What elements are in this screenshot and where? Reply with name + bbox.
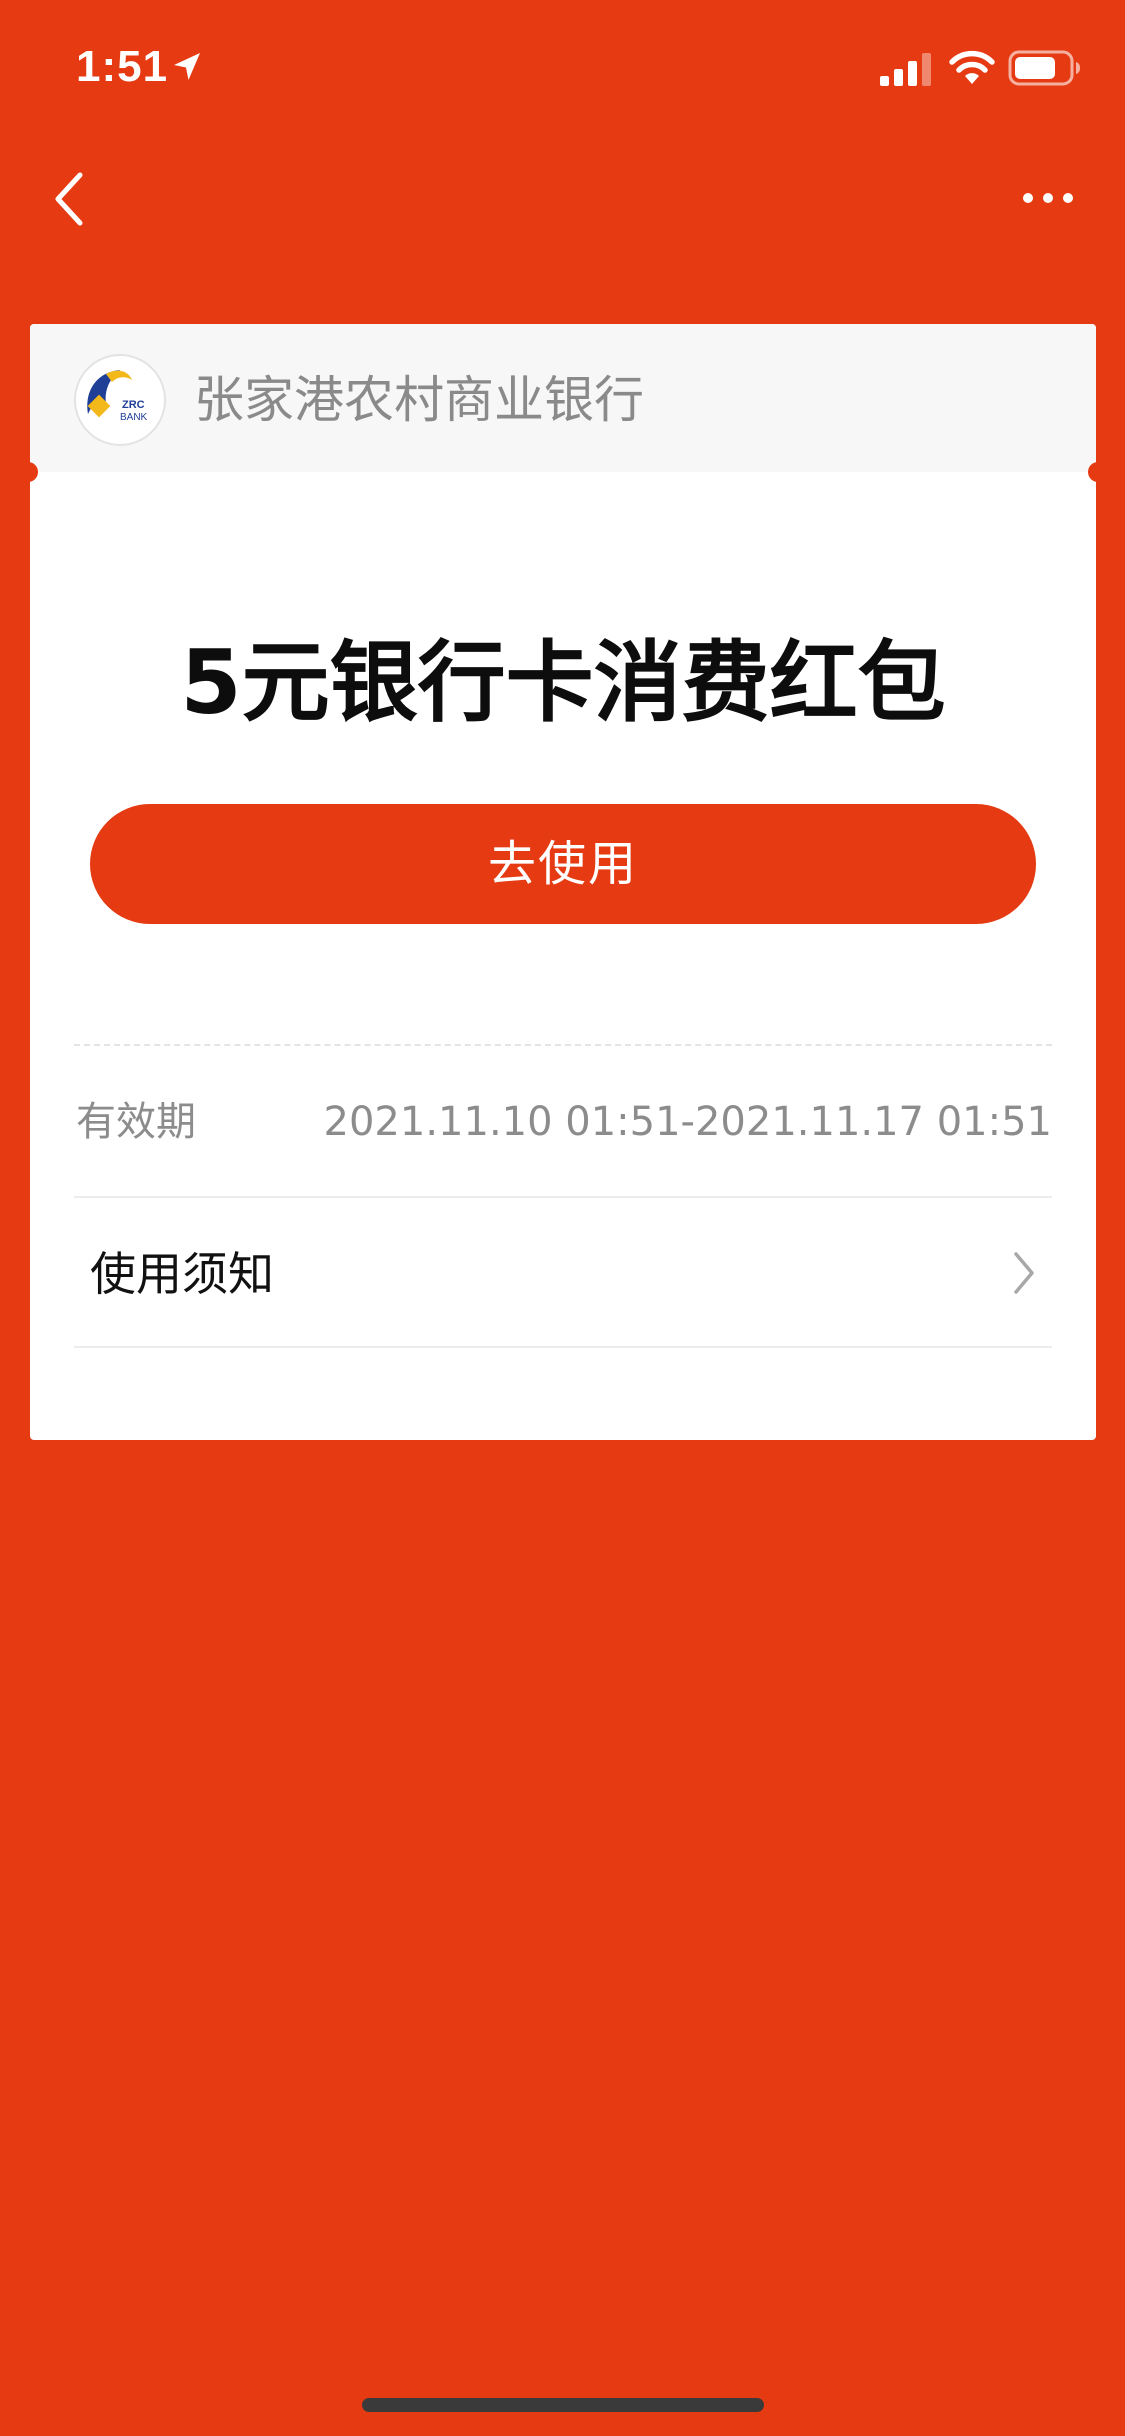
card-notch-right bbox=[1088, 462, 1096, 482]
usage-notice-row[interactable]: 使用须知 bbox=[74, 1198, 1052, 1346]
svg-text:BANK: BANK bbox=[120, 412, 148, 423]
wifi-icon bbox=[949, 50, 995, 84]
validity-label: 有效期 bbox=[76, 1099, 196, 1145]
row-divider bbox=[74, 1346, 1052, 1348]
home-indicator bbox=[362, 2398, 764, 2412]
more-dots-icon bbox=[1023, 193, 1073, 203]
svg-text:ZRC: ZRC bbox=[122, 399, 145, 411]
coupon-card: ZRC BANK 张家港农村商业银行 5元银行卡消费红包 去使用 有效期 202… bbox=[30, 324, 1096, 1440]
use-coupon-button-label: 去使用 bbox=[487, 836, 638, 892]
validity-value: 2021.11.10 01:51-2021.11.17 01:51 bbox=[323, 1099, 1052, 1145]
chevron-left-icon bbox=[55, 172, 83, 226]
bank-name: 张家港农村商业银行 bbox=[194, 371, 644, 429]
battery-icon bbox=[1008, 50, 1080, 86]
bank-logo: ZRC BANK bbox=[74, 354, 166, 446]
use-coupon-button[interactable]: 去使用 bbox=[90, 804, 1036, 924]
dashed-divider bbox=[74, 1044, 1052, 1046]
card-header: ZRC BANK 张家港农村商业银行 bbox=[30, 324, 1096, 472]
more-options-button[interactable] bbox=[1010, 168, 1086, 228]
status-time: 1:51 bbox=[76, 42, 169, 91]
usage-notice-label: 使用须知 bbox=[90, 1247, 274, 1301]
chevron-right-icon bbox=[1014, 1252, 1034, 1294]
back-button[interactable] bbox=[40, 158, 96, 240]
cellular-signal-icon bbox=[880, 53, 931, 86]
status-bar: 1:51 bbox=[0, 0, 1125, 132]
coupon-title: 5元银行卡消费红包 bbox=[180, 631, 946, 734]
location-arrow-icon bbox=[174, 53, 200, 80]
